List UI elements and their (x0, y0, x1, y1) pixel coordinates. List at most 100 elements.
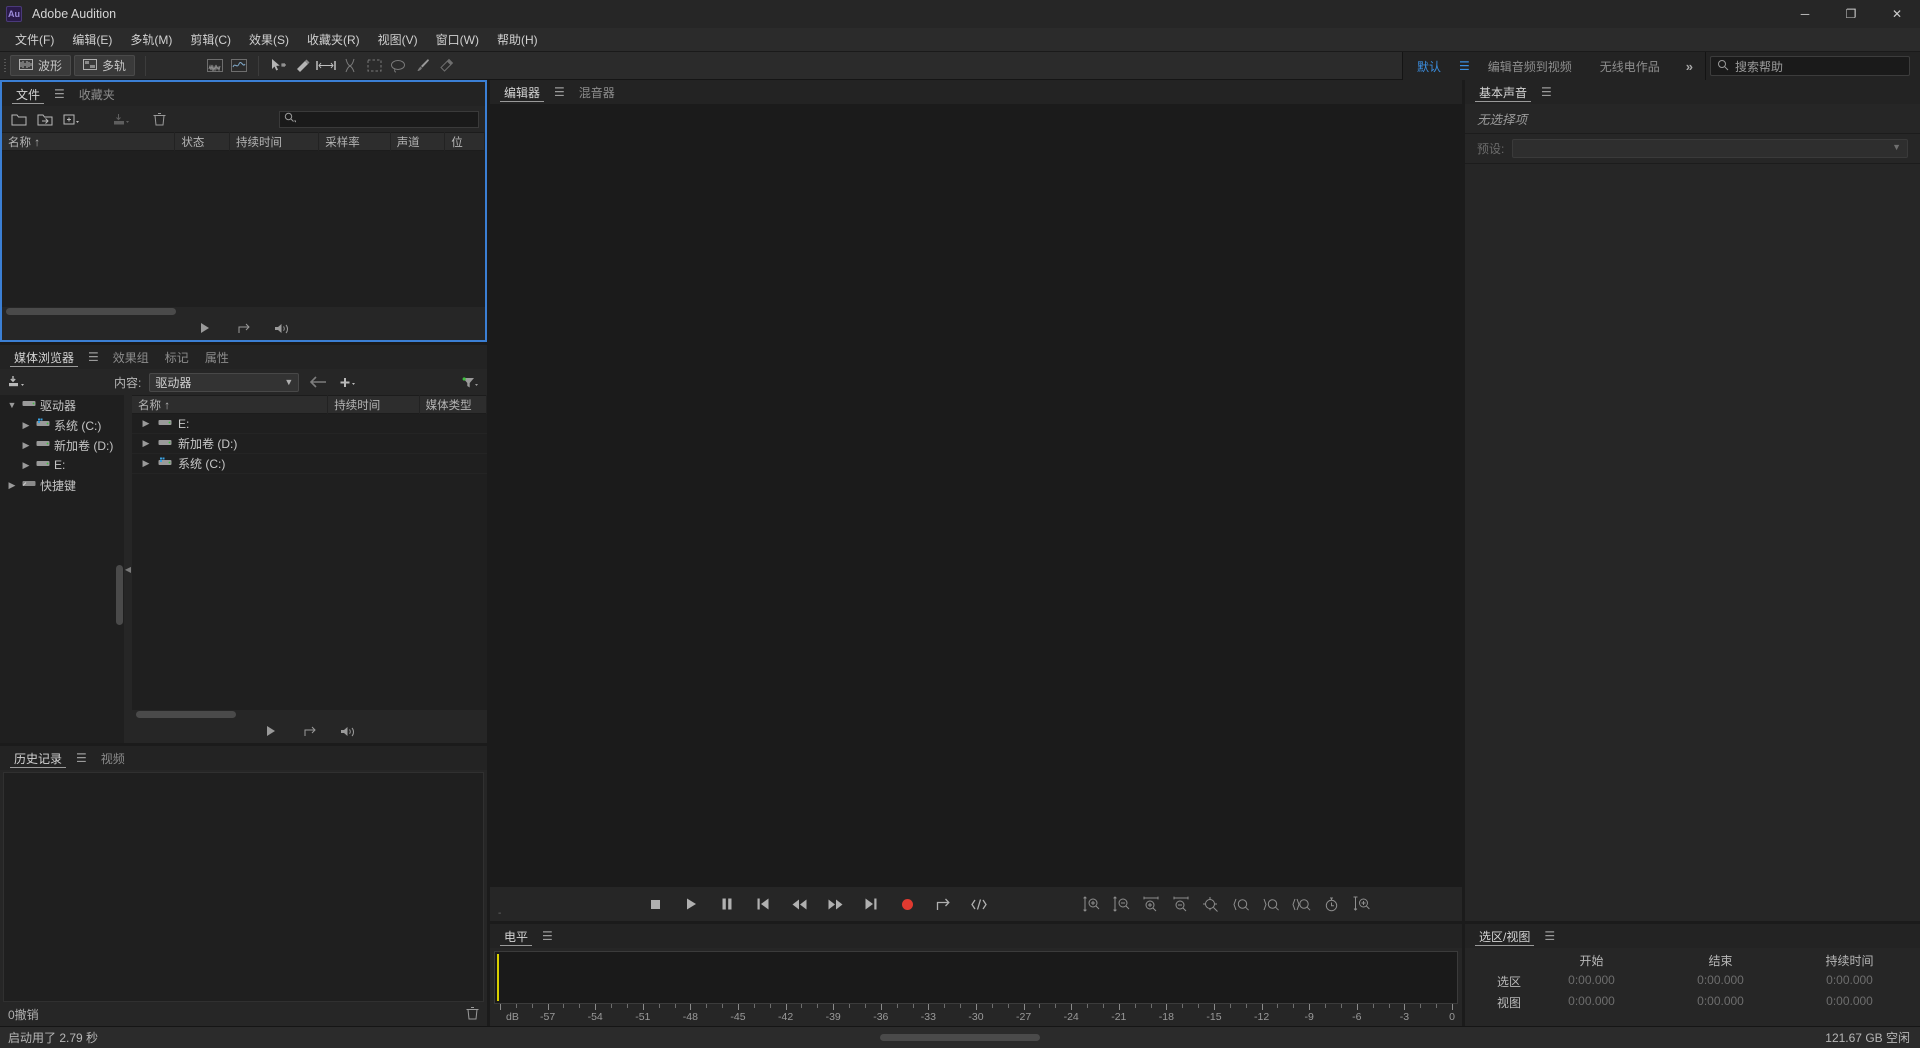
spectral-pitch-icon[interactable] (227, 55, 251, 77)
move-tool-icon[interactable] (266, 55, 290, 77)
tab-files[interactable]: 文件 (8, 82, 48, 106)
files-play-icon[interactable] (196, 319, 216, 337)
paintbrush-selection-tool-icon[interactable] (410, 55, 434, 77)
tab-mixer[interactable]: 混音器 (571, 80, 623, 104)
media-browser-menu-icon[interactable]: ☰ (82, 345, 105, 369)
media-browser-tree-scrollbar[interactable] (116, 565, 123, 625)
files-volume-icon[interactable] (272, 319, 292, 337)
workspace-overflow-icon[interactable]: » (1674, 59, 1705, 74)
tab-essential-sound[interactable]: 基本声音 (1471, 80, 1535, 104)
tab-media-browser[interactable]: 媒体浏览器 (6, 345, 82, 369)
list-item[interactable]: ▶ 新加卷 (D:) (132, 434, 487, 454)
list-item[interactable]: ▶ E: (132, 414, 487, 434)
rewind-button[interactable] (788, 893, 810, 915)
razor-tool-icon[interactable] (338, 55, 362, 77)
chevron-right-icon[interactable]: ▶ (20, 460, 32, 471)
tree-system-c[interactable]: ▶ 系统 (C:) (0, 415, 124, 435)
close-button[interactable]: ✕ (1874, 0, 1920, 28)
chevron-right-icon[interactable]: ▶ (20, 420, 32, 431)
menu-edit[interactable]: 编辑(E) (63, 28, 121, 51)
essential-sound-preset-select[interactable]: ▼ (1512, 139, 1908, 158)
import-media-icon[interactable] (6, 372, 28, 392)
chevron-down-icon[interactable]: ▼ (6, 400, 18, 410)
sv-selection-end[interactable]: 0:00.000 (1656, 971, 1785, 992)
essential-sound-menu-icon[interactable]: ☰ (1535, 80, 1558, 104)
lasso-selection-tool-icon[interactable] (386, 55, 410, 77)
marquee-selection-tool-icon[interactable] (362, 55, 386, 77)
levels-panel-menu-icon[interactable]: ☰ (536, 924, 559, 948)
spot-healing-brush-icon[interactable] (434, 55, 458, 77)
tab-effects-rack[interactable]: 效果组 (105, 345, 157, 369)
zoom-out-time-icon[interactable] (1170, 893, 1192, 915)
sv-view-end[interactable]: 0:00.000 (1656, 992, 1785, 1013)
files-horizontal-scrollbar[interactable] (2, 307, 485, 316)
time-selection-tool-icon[interactable] (314, 55, 338, 77)
maximize-button[interactable]: ❐ (1828, 0, 1874, 28)
minimize-button[interactable]: ─ (1782, 0, 1828, 28)
chevron-right-icon[interactable]: ▶ (140, 438, 152, 449)
chevron-right-icon[interactable]: ▶ (140, 418, 152, 429)
tree-drives[interactable]: ▼ 驱动器 (0, 395, 124, 415)
media-browser-horizontal-scrollbar[interactable] (132, 710, 487, 719)
files-loop-icon[interactable] (234, 319, 254, 337)
list-item[interactable]: ▶ 系统 (C:) (132, 454, 487, 474)
filter-media-type-icon[interactable] (459, 372, 481, 392)
zoom-in-amplitude-icon[interactable] (1080, 893, 1102, 915)
move-playhead-to-next-button[interactable] (860, 893, 882, 915)
new-file-icon[interactable] (60, 109, 82, 129)
media-browser-play-icon[interactable] (262, 722, 282, 740)
menu-clip[interactable]: 剪辑(C) (181, 28, 240, 51)
mb-col-duration[interactable]: 持续时间 (328, 395, 419, 414)
chevron-right-icon[interactable]: ▶ (20, 440, 32, 451)
media-browser-volume-icon[interactable] (338, 722, 358, 740)
menu-window[interactable]: 窗口(W) (427, 28, 488, 51)
insert-into-multitrack-icon[interactable] (110, 109, 132, 129)
files-col-bitdepth[interactable]: 位 (445, 132, 485, 151)
media-browser-list[interactable]: ▶ E: ▶ (132, 414, 487, 710)
files-col-name[interactable]: 名称 ↑ (2, 132, 175, 151)
zoom-to-selection-icon[interactable] (1290, 893, 1312, 915)
play-button[interactable] (680, 893, 702, 915)
tab-favorites[interactable]: 收藏夹 (71, 82, 123, 106)
files-col-status[interactable]: 状态 (175, 132, 230, 151)
zoom-out-amplitude-icon[interactable] (1110, 893, 1132, 915)
workspace-menu-icon[interactable]: ☰ (1455, 59, 1474, 73)
tree-drive-e[interactable]: ▶ E: (0, 455, 124, 475)
files-col-channels[interactable]: 声道 (391, 132, 446, 151)
files-col-samplerate[interactable]: 采样率 (319, 132, 390, 151)
tab-history[interactable]: 历史记录 (6, 746, 70, 770)
media-browser-divider[interactable]: ◀ (124, 395, 132, 743)
close-selected-files-icon[interactable] (148, 109, 170, 129)
zoom-to-selection-in-point-icon[interactable] (1230, 893, 1252, 915)
chevron-right-icon[interactable]: ▶ (6, 480, 18, 491)
workspace-default[interactable]: 默认 (1403, 52, 1455, 80)
files-panel-menu-icon[interactable]: ☰ (48, 82, 71, 106)
menu-file[interactable]: 文件(F) (6, 28, 63, 51)
tree-volume-d[interactable]: ▶ 新加卷 (D:) (0, 435, 124, 455)
mb-col-media-type[interactable]: 媒体类型 (420, 395, 487, 414)
menu-effects[interactable]: 效果(S) (240, 28, 298, 51)
menu-view[interactable]: 视图(V) (369, 28, 427, 51)
open-file-icon[interactable] (8, 109, 30, 129)
multitrack-view-button[interactable]: 多轨 (74, 55, 135, 76)
loop-playback-button[interactable] (932, 893, 954, 915)
zoom-out-full-icon[interactable] (1200, 893, 1222, 915)
files-col-duration[interactable]: 持续时间 (230, 132, 319, 151)
record-button[interactable] (896, 893, 918, 915)
toolbar-grip[interactable] (0, 57, 10, 75)
slip-tool-icon[interactable] (290, 55, 314, 77)
sv-selection-start[interactable]: 0:00.000 (1527, 971, 1656, 992)
sv-selection-duration[interactable]: 0:00.000 (1785, 971, 1914, 992)
files-list[interactable] (2, 151, 485, 307)
zoom-full-amplitude-icon[interactable] (1350, 893, 1372, 915)
selection-view-menu-icon[interactable]: ☰ (1538, 924, 1561, 948)
waveform-view-button[interactable]: 波形 (10, 55, 71, 76)
stop-button[interactable] (644, 893, 666, 915)
sv-view-start[interactable]: 0:00.000 (1527, 992, 1656, 1013)
menu-favorites[interactable]: 收藏夹(R) (298, 28, 369, 51)
tree-shortcuts[interactable]: ▶ 快捷键 (0, 475, 124, 495)
history-panel-menu-icon[interactable]: ☰ (70, 746, 93, 770)
move-playhead-to-previous-button[interactable] (752, 893, 774, 915)
search-help-input[interactable]: 搜索帮助 (1710, 56, 1910, 76)
import-file-icon[interactable] (34, 109, 56, 129)
